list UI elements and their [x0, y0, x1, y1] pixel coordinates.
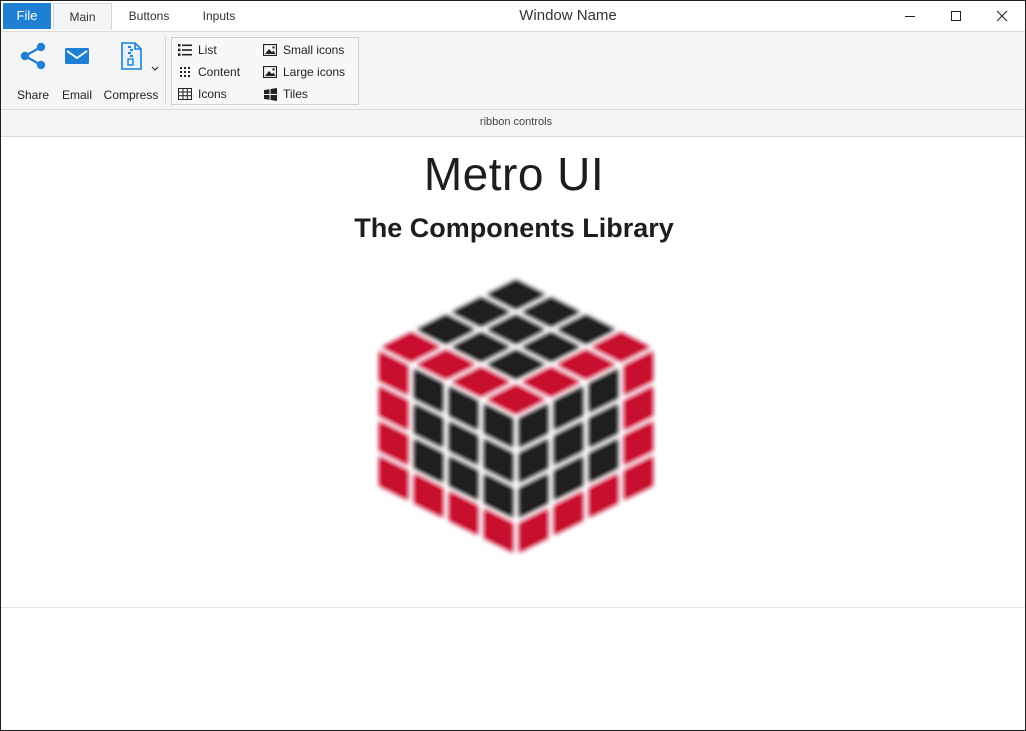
- cube-tile: [598, 335, 644, 359]
- small-icons-view-button[interactable]: Small icons: [263, 41, 344, 59]
- image-icon: [263, 66, 277, 78]
- email-button[interactable]: Email: [59, 40, 95, 102]
- compress-button[interactable]: Compress: [103, 40, 159, 102]
- window-title: Window Name: [519, 7, 617, 24]
- ribbon-group-title: ribbon controls: [479, 116, 553, 128]
- content-label: Content: [198, 65, 241, 79]
- list-view-button[interactable]: List: [178, 41, 217, 59]
- tiles-view-button[interactable]: Tiles: [263, 85, 308, 103]
- icons-label: Icons: [198, 87, 227, 101]
- content-view-button[interactable]: Content: [178, 63, 240, 81]
- table-icon: [178, 88, 192, 100]
- cube-tile: [458, 335, 504, 359]
- minimize-icon: [905, 16, 915, 17]
- ribbon: Share Email Compress List Content Icons …: [1, 31, 1025, 137]
- large-icons-label: Large icons: [283, 65, 346, 79]
- metro-cube-logo: [378, 279, 654, 553]
- page-subtitle: The Components Library: [354, 213, 674, 243]
- minimize-button[interactable]: [887, 1, 933, 31]
- cube-tile: [458, 300, 504, 324]
- ribbon-group-separator: [1, 109, 1025, 110]
- cube-tile: [528, 370, 574, 394]
- close-button[interactable]: [979, 1, 1025, 31]
- compress-file-icon: [121, 42, 142, 70]
- cube-tile: [388, 335, 434, 359]
- email-label: Email: [61, 88, 92, 102]
- cube-tile: [493, 353, 539, 376]
- large-icons-view-button[interactable]: Large icons: [263, 63, 345, 81]
- share-label: Share: [16, 88, 50, 102]
- image-icon: [263, 44, 277, 56]
- view-options-group: List Content Icons Small icons Large ico…: [171, 37, 359, 105]
- cube-tile: [528, 335, 574, 359]
- maximize-icon: [951, 11, 961, 21]
- email-icon: [65, 48, 89, 64]
- cube-tile: [493, 388, 539, 411]
- close-icon: [996, 10, 1008, 22]
- cube-tile: [493, 318, 539, 341]
- chevron-down-icon[interactable]: [151, 66, 159, 72]
- cube-tile: [493, 283, 539, 306]
- small-icons-label: Small icons: [283, 43, 345, 57]
- compress-label: Compress: [103, 88, 159, 102]
- ribbon-separator: [165, 37, 166, 105]
- content-grid-icon: [180, 67, 190, 77]
- cube-tile: [563, 353, 609, 376]
- list-label: List: [198, 43, 217, 57]
- content-divider: [1, 607, 1025, 608]
- tiles-label: Tiles: [283, 87, 308, 101]
- cube-tile: [423, 353, 469, 376]
- cube-tile: [458, 370, 504, 394]
- title-bar: File Main Buttons Inputs Window Name: [1, 1, 1025, 31]
- maximize-button[interactable]: [933, 1, 979, 31]
- list-icon: [178, 44, 192, 56]
- cube-tile: [563, 318, 609, 341]
- app-window: File Main Buttons Inputs Window Name Sha…: [0, 0, 1026, 731]
- page-title: Metro UI: [423, 148, 605, 200]
- cube-tile: [423, 318, 469, 341]
- hero-section: Metro UI The Components Library: [1, 135, 1025, 607]
- cube-tile: [528, 300, 574, 324]
- share-button[interactable]: Share: [15, 40, 51, 102]
- icons-view-button[interactable]: Icons: [178, 85, 227, 103]
- windows-tiles-icon: [263, 87, 277, 101]
- share-icon: [20, 42, 46, 70]
